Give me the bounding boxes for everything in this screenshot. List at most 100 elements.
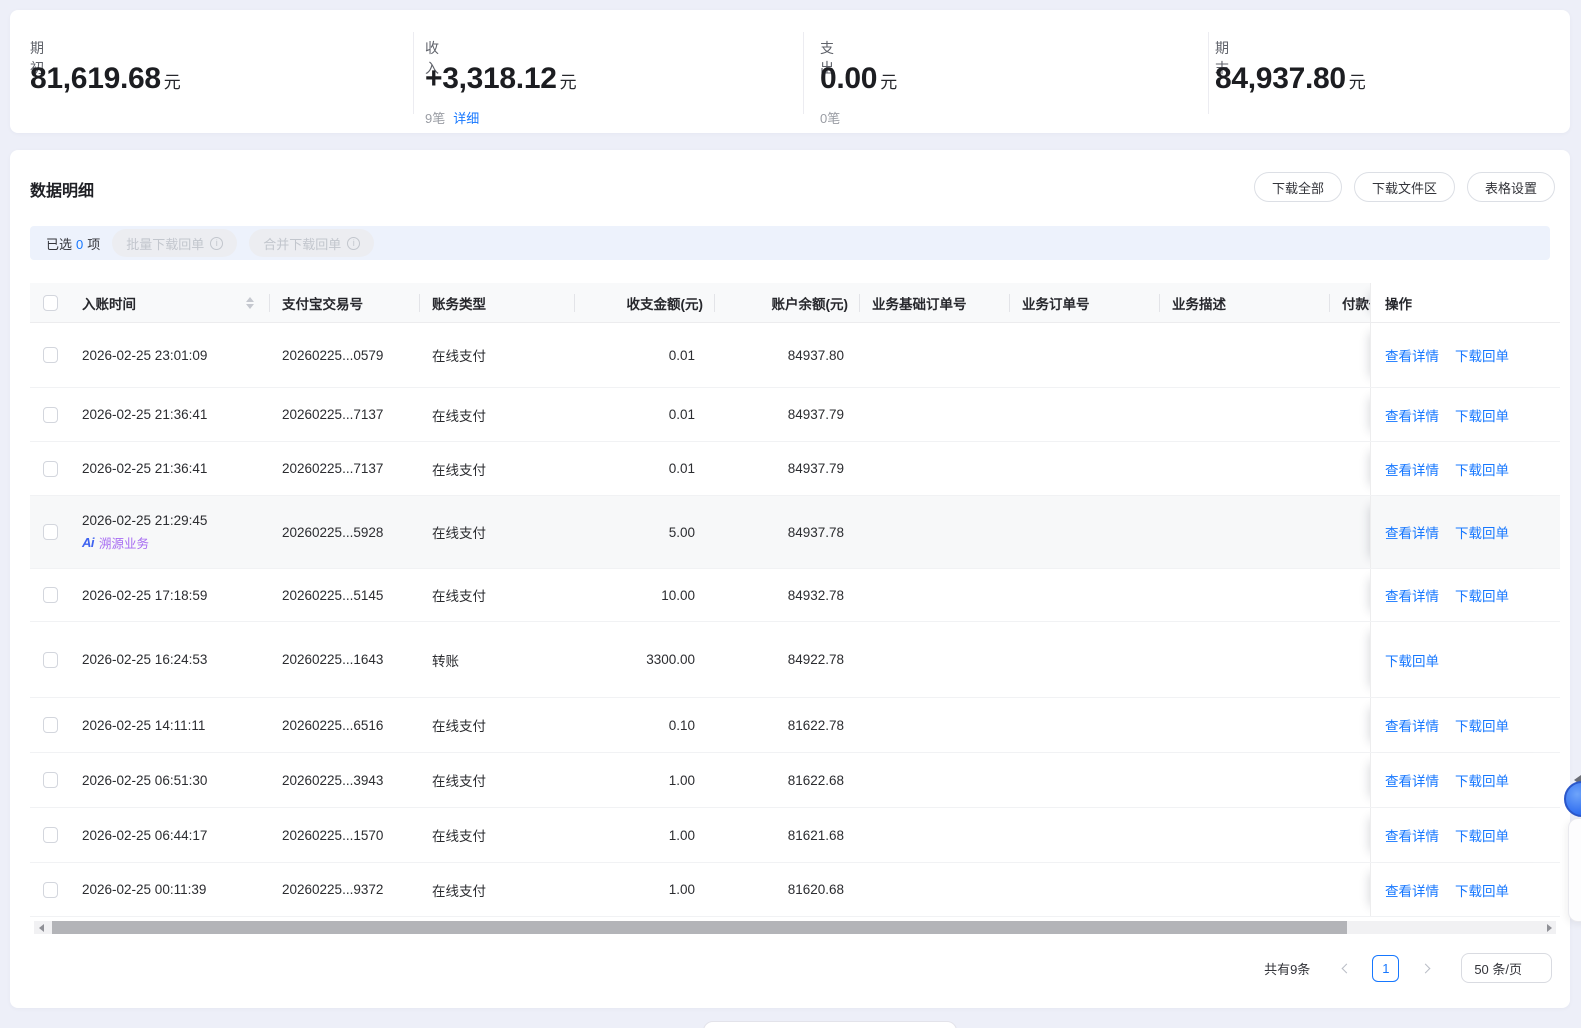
table-header-row: 入账时间 支付宝交易号 账务类型 收支金额(元) 账户余额(元) 业务基础订单号…: [30, 283, 1560, 323]
download-receipt-link[interactable]: 下载回单: [1455, 522, 1509, 542]
prev-page-button[interactable]: [1334, 956, 1358, 980]
txn-number-cell: 20260225...1570: [282, 827, 384, 843]
download-all-button[interactable]: 下载全部: [1253, 172, 1342, 202]
row-checkbox[interactable]: [43, 651, 58, 668]
row-checkbox[interactable]: [43, 406, 58, 423]
header-alipay-txn-no: 支付宝交易号: [270, 283, 420, 322]
account-type-cell: 在线支付: [432, 589, 486, 604]
entry-time-cell: 2026-02-25 23:01:09: [70, 323, 270, 387]
balance-cell: 84937.79: [787, 407, 844, 422]
business-desc-cell: [1160, 698, 1330, 752]
base-order-cell: [860, 863, 1010, 916]
view-details-link[interactable]: 查看详情: [1385, 522, 1439, 542]
txn-number-cell: 20260225...5145: [282, 587, 384, 603]
download-receipt-link[interactable]: 下载回单: [1455, 825, 1509, 845]
view-details-link[interactable]: 查看详情: [1385, 880, 1439, 900]
account-type-cell: 在线支付: [432, 829, 486, 844]
row-checkbox[interactable]: [43, 524, 58, 540]
table-row: 2026-02-25 21:29:45 Ai 溯源业务 20260225...5928…: [30, 496, 1560, 569]
business-desc-cell: [1160, 496, 1330, 568]
business-desc-cell: [1160, 808, 1330, 862]
chevron-left-icon: [1341, 963, 1352, 973]
amount-cell: 10.00: [661, 587, 695, 603]
view-details-link[interactable]: 查看详情: [1385, 585, 1439, 605]
actions-cell: 查看详情 下载回单: [1370, 569, 1560, 621]
page-number-button[interactable]: 1: [1372, 954, 1400, 982]
order-no-cell: [1010, 753, 1160, 807]
download-receipt-link[interactable]: 下载回单: [1455, 459, 1509, 479]
horizontal-scrollbar[interactable]: [34, 921, 1556, 934]
next-page-button[interactable]: [1413, 956, 1437, 980]
table-settings-button[interactable]: 表格设置: [1466, 172, 1555, 202]
row-checkbox[interactable]: [43, 881, 58, 898]
download-receipt-link[interactable]: 下载回单: [1455, 880, 1509, 900]
chevron-right-icon: [1420, 963, 1431, 973]
entry-time-cell: 2026-02-25 06:51:30: [70, 753, 270, 807]
summary-value: 0.00: [820, 62, 878, 95]
download-file-area-button[interactable]: 下载文件区: [1353, 172, 1455, 202]
income-detail-link[interactable]: 详细: [453, 111, 479, 126]
entry-time-cell: 2026-02-25 06:44:17: [70, 808, 270, 862]
sort-icon[interactable]: [246, 296, 254, 309]
download-receipt-link[interactable]: 下载回单: [1455, 345, 1509, 365]
entry-time: 2026-02-25 00:11:39: [82, 882, 207, 897]
select-all-checkbox[interactable]: [43, 294, 58, 311]
amount-cell: 0.01: [668, 347, 695, 363]
download-receipt-link[interactable]: 下载回单: [1455, 585, 1509, 605]
download-receipt-link[interactable]: 下载回单: [1385, 650, 1439, 670]
actions-cell: 查看详情 下载回单: [1370, 698, 1560, 752]
entry-time-cell: 2026-02-25 17:18:59: [70, 569, 270, 621]
batch-download-receipt-button[interactable]: 批量下载回单 i: [112, 229, 238, 257]
view-details-link[interactable]: 查看详情: [1385, 825, 1439, 845]
actions-cell: 查看详情 下载回单: [1370, 808, 1560, 862]
view-details-link[interactable]: 查看详情: [1385, 715, 1439, 735]
expense-count: 0笔: [820, 111, 841, 126]
entry-time: 2026-02-25 06:44:17: [82, 827, 208, 843]
selection-bar: 已选 0 项 批量下载回单 i 合并下载回单 i: [30, 226, 1550, 260]
row-checkbox-cell: [30, 442, 70, 495]
income-count: 9笔: [425, 111, 446, 126]
row-checkbox[interactable]: [43, 717, 58, 733]
page-title: 数据明细: [30, 183, 95, 200]
balance-cell: 84922.78: [787, 652, 844, 667]
chevron-down-icon: [1531, 961, 1541, 971]
order-no-cell: [1010, 622, 1160, 697]
balance-cell: 81621.68: [787, 827, 844, 843]
row-checkbox-cell: [30, 496, 70, 568]
download-receipt-link[interactable]: 下载回单: [1455, 770, 1509, 790]
row-checkbox[interactable]: [43, 460, 58, 477]
row-checkbox-cell: [30, 753, 70, 807]
view-details-link[interactable]: 查看详情: [1385, 405, 1439, 425]
txn-number-cell: 20260225...1643: [282, 652, 384, 667]
txn-number-cell: 20260225...6516: [282, 717, 384, 733]
row-checkbox[interactable]: [43, 827, 58, 843]
scroll-left-button[interactable]: [34, 921, 48, 934]
entry-time: 2026-02-25 16:24:53: [82, 652, 208, 667]
scrollbar-thumb[interactable]: [52, 921, 1347, 934]
merge-download-receipt-button[interactable]: 合并下载回单 i: [249, 229, 375, 257]
row-checkbox[interactable]: [43, 587, 58, 603]
account-type-cell: 在线支付: [432, 462, 486, 478]
page-size-select[interactable]: 50 条/页: [1461, 953, 1552, 983]
table-body: 2026-02-25 23:01:09 20260225...0579 在线支付 0.…: [30, 323, 1560, 917]
info-icon: i: [210, 236, 224, 250]
view-details-link[interactable]: 查看详情: [1385, 770, 1439, 790]
order-no-cell: [1010, 323, 1160, 387]
download-receipt-link[interactable]: 下载回单: [1455, 715, 1509, 735]
selected-count: 0: [76, 236, 84, 252]
txn-number-cell: 20260225...9372: [282, 882, 384, 897]
row-checkbox[interactable]: [43, 772, 58, 788]
scroll-right-button[interactable]: [1542, 921, 1556, 934]
view-details-link[interactable]: 查看详情: [1385, 459, 1439, 479]
account-type-cell: 在线支付: [432, 774, 486, 789]
base-order-cell: [860, 496, 1010, 568]
order-no-cell: [1010, 388, 1160, 441]
view-details-link[interactable]: 查看详情: [1385, 345, 1439, 365]
entry-time: 2026-02-25 23:01:09: [82, 347, 208, 363]
info-icon: i: [347, 236, 361, 250]
floating-side-panel[interactable]: [1568, 818, 1581, 922]
amount-cell: 1.00: [668, 827, 695, 843]
row-checkbox[interactable]: [43, 347, 58, 363]
download-receipt-link[interactable]: 下载回单: [1455, 405, 1509, 425]
bottom-toolbar-peek: [703, 1021, 957, 1028]
